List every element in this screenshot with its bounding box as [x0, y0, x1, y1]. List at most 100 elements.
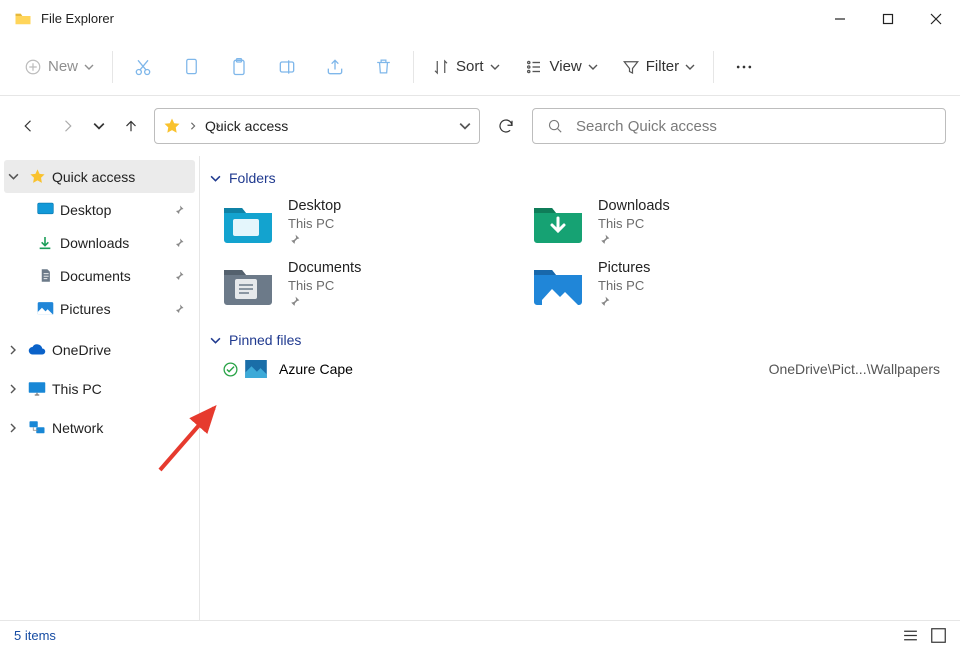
thumbnails-view-button[interactable] — [931, 628, 946, 643]
folder-location: This PC — [288, 278, 361, 293]
address-bar[interactable]: Quick access — [154, 108, 480, 144]
navigation-bar: Quick access Search Quick access — [0, 96, 960, 156]
chevron-down-icon — [84, 62, 94, 72]
address-history-button[interactable] — [459, 120, 471, 132]
folder-icon — [14, 10, 32, 28]
sort-button[interactable]: Sort — [422, 47, 510, 87]
desktop-folder-icon — [222, 198, 274, 244]
pin-icon — [288, 295, 361, 308]
sidebar-label: This PC — [52, 381, 102, 397]
pinned-file-item[interactable]: Azure Cape OneDrive\Pict...\Wallpapers — [222, 360, 946, 378]
status-item-count: 5 items — [14, 628, 56, 643]
sidebar-label: Network — [52, 420, 103, 436]
window-title: File Explorer — [41, 11, 816, 26]
sidebar-item-quick-access[interactable]: Quick access — [4, 160, 195, 193]
paste-button[interactable] — [217, 47, 261, 87]
pinned-file-path: OneDrive\Pict...\Wallpapers — [769, 361, 946, 377]
desktop-icon — [36, 201, 54, 219]
chevron-right-icon — [8, 384, 22, 394]
sidebar-item-pictures[interactable]: Pictures — [0, 292, 199, 325]
titlebar: File Explorer — [0, 0, 960, 38]
download-icon — [36, 234, 54, 252]
breadcrumb-chevron-icon — [214, 121, 222, 131]
sidebar-item-downloads[interactable]: Downloads — [0, 226, 199, 259]
toolbar-separator — [112, 51, 113, 83]
toolbar-separator — [413, 51, 414, 83]
search-box[interactable]: Search Quick access — [532, 108, 946, 144]
back-button[interactable] — [14, 106, 44, 146]
content-pane: Folders Desktop This PC Down — [200, 156, 960, 620]
pin-icon — [173, 204, 185, 216]
folder-name: Documents — [288, 260, 361, 276]
search-placeholder: Search Quick access — [576, 118, 717, 135]
section-label: Pinned files — [229, 332, 301, 348]
folder-item-desktop[interactable]: Desktop This PC — [222, 198, 482, 246]
star-icon — [163, 117, 181, 135]
star-icon — [28, 168, 46, 186]
monitor-icon — [28, 380, 46, 398]
folder-item-downloads[interactable]: Downloads This PC — [532, 198, 792, 246]
sidebar-label: Desktop — [60, 202, 111, 218]
sidebar-label: Downloads — [60, 235, 129, 251]
sidebar-item-desktop[interactable]: Desktop — [0, 193, 199, 226]
details-view-button[interactable] — [902, 628, 919, 643]
folder-item-documents[interactable]: Documents This PC — [222, 260, 482, 308]
chevron-down-icon — [210, 173, 221, 184]
section-pinned-files[interactable]: Pinned files — [210, 332, 946, 348]
recent-locations-button[interactable] — [90, 106, 108, 146]
chevron-down-icon — [8, 171, 22, 182]
sidebar-label: Pictures — [60, 301, 111, 317]
minimize-button[interactable] — [816, 0, 864, 37]
chevron-down-icon — [210, 335, 221, 346]
rename-button[interactable] — [265, 47, 309, 87]
folder-item-pictures[interactable]: Pictures This PC — [532, 260, 792, 308]
breadcrumb-chevron-icon — [189, 121, 197, 131]
new-button[interactable]: New — [14, 47, 104, 87]
new-button-label: New — [48, 58, 78, 75]
folder-location: This PC — [598, 278, 650, 293]
search-icon — [547, 118, 564, 135]
cut-button[interactable] — [121, 47, 165, 87]
sidebar-item-this-pc[interactable]: This PC — [0, 372, 199, 405]
forward-button[interactable] — [52, 106, 82, 146]
share-button[interactable] — [313, 47, 357, 87]
folder-name: Pictures — [598, 260, 650, 276]
view-button[interactable]: View — [514, 47, 608, 87]
section-folders[interactable]: Folders — [210, 170, 946, 186]
more-button[interactable] — [722, 47, 766, 87]
filter-label: Filter — [646, 58, 679, 75]
delete-button[interactable] — [361, 47, 405, 87]
folder-name: Downloads — [598, 198, 670, 214]
status-bar: 5 items — [0, 620, 960, 650]
toolbar-separator — [713, 51, 714, 83]
pinned-file-name: Azure Cape — [279, 361, 353, 377]
copy-button[interactable] — [169, 47, 213, 87]
pin-icon — [288, 233, 341, 246]
refresh-button[interactable] — [488, 108, 524, 144]
pin-icon — [598, 233, 670, 246]
close-button[interactable] — [912, 0, 960, 37]
up-button[interactable] — [116, 106, 146, 146]
downloads-folder-icon — [532, 198, 584, 244]
folder-name: Desktop — [288, 198, 341, 214]
pin-icon — [173, 270, 185, 282]
filter-button[interactable]: Filter — [612, 47, 705, 87]
sort-label: Sort — [456, 58, 484, 75]
synced-icon — [222, 361, 239, 378]
pin-icon — [173, 303, 185, 315]
sidebar-label: Quick access — [52, 169, 135, 185]
address-location: Quick access — [205, 118, 426, 134]
maximize-button[interactable] — [864, 0, 912, 37]
network-icon — [28, 419, 46, 437]
chevron-down-icon — [490, 62, 500, 72]
chevron-down-icon — [588, 62, 598, 72]
section-label: Folders — [229, 170, 276, 186]
document-icon — [36, 267, 54, 285]
pictures-folder-icon — [532, 260, 584, 306]
sidebar-item-onedrive[interactable]: OneDrive — [0, 333, 199, 366]
navigation-sidebar: Quick access Desktop Downloads Documents… — [0, 156, 200, 620]
sidebar-label: Documents — [60, 268, 131, 284]
sidebar-item-documents[interactable]: Documents — [0, 259, 199, 292]
sidebar-item-network[interactable]: Network — [0, 411, 199, 444]
folder-location: This PC — [288, 216, 341, 231]
